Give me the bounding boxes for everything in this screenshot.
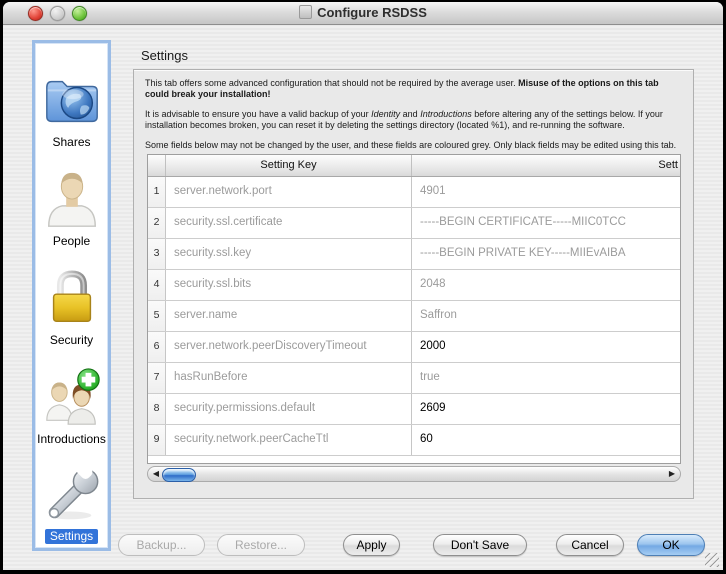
row-number: 4 bbox=[148, 270, 166, 300]
page-title: Settings bbox=[141, 48, 188, 63]
table-row: 2security.ssl.certificate-----BEGIN CERT… bbox=[148, 208, 680, 239]
row-number: 1 bbox=[148, 177, 166, 207]
sidebar-item-label: Settings bbox=[45, 529, 98, 544]
sidebar-item-label: Introductions bbox=[37, 432, 106, 447]
titlebar[interactable]: Configure RSDSS bbox=[3, 2, 723, 25]
apply-button[interactable]: Apply bbox=[343, 534, 400, 556]
setting-key-cell[interactable]: hasRunBefore bbox=[166, 363, 412, 393]
sidebar-item-label: Shares bbox=[52, 135, 90, 150]
ok-button[interactable]: OK bbox=[637, 534, 705, 556]
setting-key-cell[interactable]: server.name bbox=[166, 301, 412, 331]
resize-grip-icon[interactable] bbox=[705, 553, 719, 567]
window-title: Configure RSDSS bbox=[317, 5, 427, 20]
setting-value-cell[interactable]: 60 bbox=[412, 425, 680, 455]
window-proxy-icon bbox=[299, 5, 312, 19]
wrench-icon bbox=[41, 465, 103, 527]
restore-button[interactable]: Restore... bbox=[217, 534, 305, 556]
settings-panel: This tab offers some advanced configurat… bbox=[133, 69, 694, 499]
sidebar-item-security[interactable]: Security bbox=[35, 251, 108, 348]
setting-key-cell[interactable]: security.permissions.default bbox=[166, 394, 412, 424]
sidebar-item-settings[interactable]: Settings bbox=[35, 447, 108, 544]
scroll-right-arrow-icon[interactable]: ▶ bbox=[666, 467, 678, 481]
setting-key-cell[interactable]: server.network.peerDiscoveryTimeout bbox=[166, 332, 412, 362]
setting-value-cell[interactable]: -----BEGIN PRIVATE KEY-----MIIEvAIBA bbox=[412, 239, 680, 269]
dont-save-button[interactable]: Don't Save bbox=[433, 534, 527, 556]
cancel-button[interactable]: Cancel bbox=[556, 534, 624, 556]
setting-value-cell[interactable]: Saffron bbox=[412, 301, 680, 331]
setting-value-cell[interactable]: -----BEGIN CERTIFICATE-----MIIC0TCC bbox=[412, 208, 680, 238]
configure-rsdss-window: Configure RSDSS bbox=[3, 2, 723, 570]
folder-globe-icon bbox=[41, 71, 103, 133]
backup-button[interactable]: Backup... bbox=[118, 534, 205, 556]
row-number: 5 bbox=[148, 301, 166, 331]
setting-key-cell[interactable]: server.network.port bbox=[166, 177, 412, 207]
advisory-paragraph-3: Some fields below may not be changed by … bbox=[145, 140, 682, 151]
person-icon bbox=[41, 170, 103, 232]
advisory-paragraph-2: It is advisable to ensure you have a val… bbox=[145, 109, 682, 131]
sidebar-item-people[interactable]: People bbox=[35, 152, 108, 249]
setting-key-header[interactable]: Setting Key bbox=[166, 155, 412, 176]
row-number: 8 bbox=[148, 394, 166, 424]
row-number: 2 bbox=[148, 208, 166, 238]
settings-table-body: 1server.network.port49012security.ssl.ce… bbox=[148, 177, 680, 456]
scrollbar-thumb[interactable] bbox=[162, 468, 196, 482]
scroll-left-arrow-icon[interactable]: ◀ bbox=[150, 467, 162, 481]
sidebar-item-label: Security bbox=[50, 333, 93, 348]
setting-key-cell[interactable]: security.ssl.bits bbox=[166, 270, 412, 300]
setting-value-cell[interactable]: 2000 bbox=[412, 332, 680, 362]
row-number-header bbox=[148, 155, 166, 176]
setting-value-cell[interactable]: 4901 bbox=[412, 177, 680, 207]
table-row: 9security.network.peerCacheTtl60 bbox=[148, 425, 680, 456]
row-number: 3 bbox=[148, 239, 166, 269]
setting-value-cell[interactable]: true bbox=[412, 363, 680, 393]
advisory-paragraph-1: This tab offers some advanced configurat… bbox=[145, 78, 682, 100]
advisory-text: This tab offers some advanced configurat… bbox=[134, 70, 693, 151]
setting-key-cell[interactable]: security.ssl.certificate bbox=[166, 208, 412, 238]
table-header: Setting Key Sett bbox=[148, 155, 680, 177]
sidebar-item-introductions[interactable]: Introductions bbox=[35, 350, 108, 447]
table-row: 5server.nameSaffron bbox=[148, 301, 680, 332]
table-row: 6server.network.peerDiscoveryTimeout2000 bbox=[148, 332, 680, 363]
sidebar-item-label: People bbox=[53, 234, 90, 249]
window-title-area: Configure RSDSS bbox=[3, 2, 723, 24]
people-plus-icon bbox=[41, 368, 103, 430]
row-number: 9 bbox=[148, 425, 166, 455]
sidebar-item-shares[interactable]: Shares bbox=[35, 53, 108, 150]
sidebar: Shares People bbox=[32, 40, 111, 551]
padlock-icon bbox=[41, 269, 103, 331]
setting-value-cell[interactable]: 2048 bbox=[412, 270, 680, 300]
settings-table: Setting Key Sett 1server.network.port490… bbox=[147, 154, 681, 464]
row-number: 6 bbox=[148, 332, 166, 362]
screen: Configure RSDSS bbox=[0, 0, 726, 574]
table-row: 4security.ssl.bits2048 bbox=[148, 270, 680, 301]
setting-value-header[interactable]: Sett bbox=[412, 155, 680, 176]
setting-value-cell[interactable]: 2609 bbox=[412, 394, 680, 424]
setting-key-cell[interactable]: security.network.peerCacheTtl bbox=[166, 425, 412, 455]
row-number: 7 bbox=[148, 363, 166, 393]
setting-key-cell[interactable]: security.ssl.key bbox=[166, 239, 412, 269]
table-row: 8security.permissions.default2609 bbox=[148, 394, 680, 425]
table-row: 1server.network.port4901 bbox=[148, 177, 680, 208]
horizontal-scrollbar[interactable]: ◀ ▶ bbox=[147, 466, 681, 482]
table-row: 3security.ssl.key-----BEGIN PRIVATE KEY-… bbox=[148, 239, 680, 270]
table-row: 7hasRunBeforetrue bbox=[148, 363, 680, 394]
